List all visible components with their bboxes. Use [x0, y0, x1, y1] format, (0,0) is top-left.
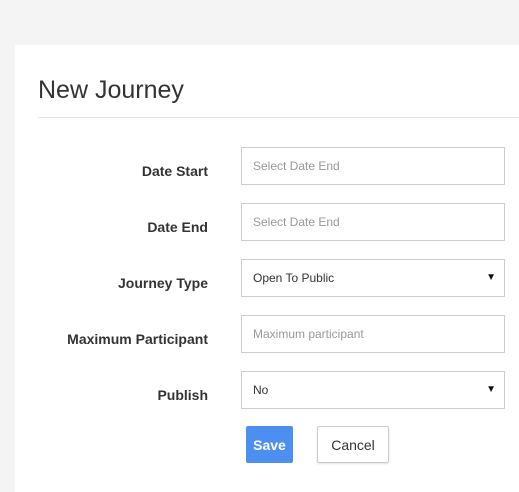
- title-divider: [38, 117, 519, 118]
- journey-type-select[interactable]: Open To Public ▼: [241, 259, 505, 297]
- date-end-label: Date End: [147, 219, 208, 235]
- publish-selected-value: No: [253, 383, 269, 397]
- cancel-button[interactable]: Cancel: [317, 426, 389, 463]
- journey-type-selected-value: Open To Public: [253, 271, 335, 285]
- date-start-label: Date Start: [141, 163, 208, 179]
- chevron-down-icon: ▼: [486, 384, 496, 395]
- date-start-input[interactable]: [241, 147, 505, 185]
- maximum-participant-label: Maximum Participant: [67, 331, 208, 347]
- journey-type-label: Journey Type: [118, 275, 208, 291]
- new-journey-form-card: New Journey Date Start Date End Journey …: [15, 45, 519, 492]
- chevron-down-icon: ▼: [486, 272, 496, 283]
- form-title: New Journey: [38, 76, 184, 104]
- maximum-participant-input[interactable]: [241, 315, 505, 353]
- save-button[interactable]: Save: [246, 426, 293, 463]
- publish-select[interactable]: No ▼: [241, 371, 505, 409]
- date-end-input[interactable]: [241, 203, 505, 241]
- publish-label: Publish: [157, 387, 208, 403]
